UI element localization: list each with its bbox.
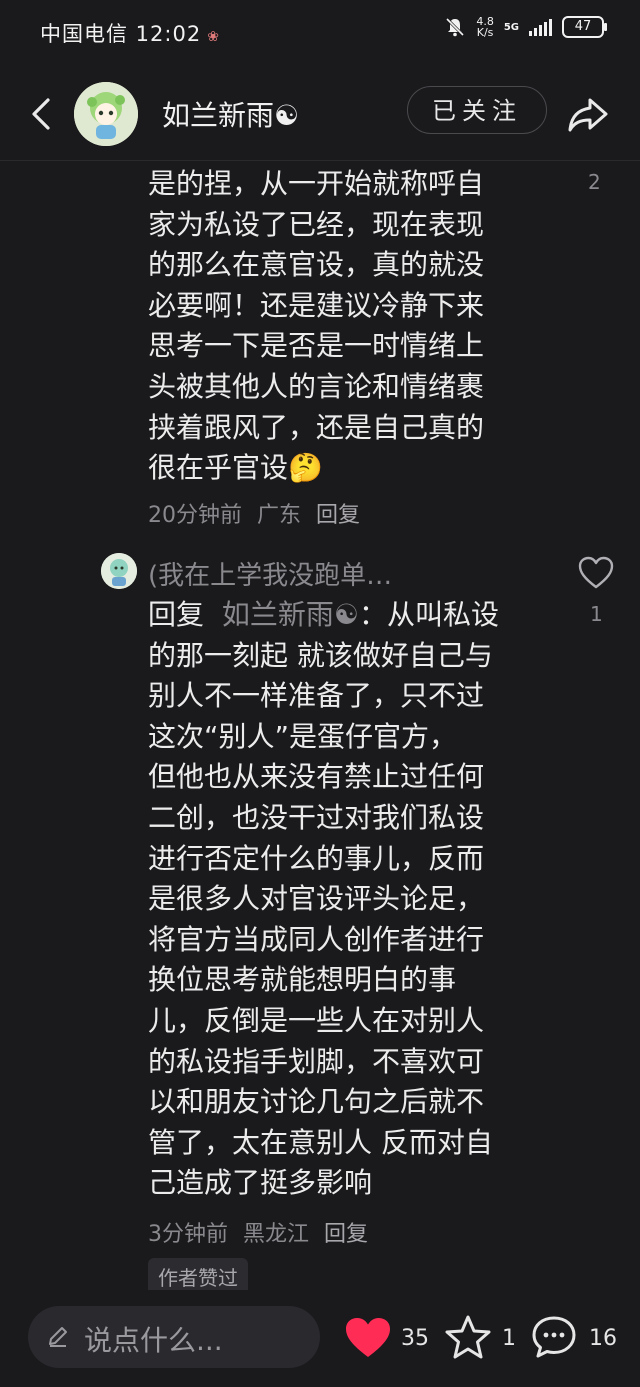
comment-like-count: 1 bbox=[590, 602, 603, 626]
share-icon[interactable] bbox=[566, 92, 610, 136]
comment-location: 广东 bbox=[257, 503, 302, 528]
comment-meta: 20分钟前 广东 回复 bbox=[148, 497, 368, 529]
back-arrow-icon[interactable] bbox=[24, 94, 60, 134]
reply-user-avatar[interactable] bbox=[101, 553, 137, 589]
star-icon[interactable] bbox=[444, 1314, 492, 1360]
author-name: 如兰新雨☯ bbox=[162, 99, 300, 132]
comment-input-placeholder: 说点什么... bbox=[84, 1324, 223, 1357]
reply-line: 这次“别人”是蛋仔官方， bbox=[148, 719, 458, 753]
reply-prefix: 回复 bbox=[148, 598, 205, 631]
comment-count: 16 bbox=[589, 1326, 617, 1351]
carrier-time: 中国电信 12:02 ❀ bbox=[40, 18, 220, 48]
heart-outline-icon[interactable] bbox=[578, 556, 614, 590]
like-heart-icon[interactable] bbox=[344, 1316, 392, 1360]
carrier-time-text: 中国电信 12:02 bbox=[40, 22, 202, 46]
reply-meta: 3分钟前 黑龙江 回复 bbox=[148, 1216, 376, 1248]
comment-text: 是的捏，从一开始就称呼自 家为私设了已经，现在表现 的那么在意官设，真的就没 必… bbox=[148, 164, 538, 489]
mention-link[interactable]: 如兰新雨☯ bbox=[222, 598, 359, 631]
reply-line: 的那一刻起 就该做好自己与 bbox=[148, 638, 493, 672]
signal-icon bbox=[529, 18, 552, 36]
reply-line: 换位思考就能想明白的事 bbox=[148, 963, 457, 997]
reply-line: 二创，也没干过对我们私设 bbox=[148, 800, 485, 834]
comment-time: 20分钟前 bbox=[148, 503, 242, 528]
reply-time: 3分钟前 bbox=[148, 1222, 228, 1247]
network-type: 5G bbox=[503, 21, 519, 33]
comment-line: 必要啊！还是建议冷静下来 bbox=[148, 288, 485, 322]
comment-line: 头被其他人的言论和情绪裹 bbox=[148, 369, 485, 403]
battery-icon: 47 bbox=[562, 16, 607, 38]
author-avatar[interactable] bbox=[74, 82, 138, 146]
following-button[interactable]: 已关注 bbox=[407, 86, 547, 134]
reply-location: 黑龙江 bbox=[243, 1222, 310, 1247]
bottom-action-bar: 说点什么... 35 1 16 bbox=[0, 1290, 640, 1387]
comment-like-count: 2 bbox=[588, 170, 601, 194]
reply-line: 但他也从来没有禁止过任何 bbox=[148, 760, 485, 794]
reply-line: 儿，反倒是一些人在对别人 bbox=[148, 1003, 485, 1037]
flower-icon: ❀ bbox=[207, 29, 220, 45]
comment-input[interactable]: 说点什么... bbox=[28, 1306, 320, 1368]
like-count: 35 bbox=[401, 1326, 429, 1351]
favorite-count: 1 bbox=[502, 1326, 516, 1351]
battery-level: 47 bbox=[574, 19, 592, 34]
reply-line: 己造成了挺多影响 bbox=[148, 1166, 373, 1200]
reply-line: 以和朋友讨论几句之后就不 bbox=[148, 1085, 485, 1119]
chat-header: 如兰新雨☯ 已关注 bbox=[0, 72, 640, 161]
reply-first-line: 回复 如兰新雨☯：从叫私设 bbox=[148, 595, 540, 636]
status-bar: 中国电信 12:02 ❀ 4.8 K/s 5G 47 bbox=[0, 0, 640, 64]
reply-first-line-rest: ：从叫私设 bbox=[358, 598, 499, 631]
reply-text: 回复 如兰新雨☯：从叫私设 的那一刻起 就该做好自己与 别人不一样准备了，只不过… bbox=[148, 595, 540, 1204]
comment-line: 思考一下是否是一时情绪上 bbox=[148, 329, 485, 363]
reply-line: 进行否定什么的事儿，反而 bbox=[148, 841, 485, 875]
reply-line: 别人不一样准备了，只不过 bbox=[148, 679, 485, 713]
reply-line: 是很多人对官设评头论足， bbox=[148, 882, 485, 916]
comment-bubble-icon[interactable] bbox=[530, 1314, 578, 1360]
reply-button[interactable]: 回复 bbox=[316, 503, 360, 528]
comment-line: 家为私设了已经，现在表现 bbox=[148, 207, 485, 241]
reply-line: 的私设指手划脚，不喜欢可 bbox=[148, 1044, 485, 1078]
reply-button[interactable]: 回复 bbox=[324, 1222, 368, 1247]
comment-line: 挟着跟风了，还是自己真的 bbox=[148, 410, 485, 444]
comment-line: 是的捏，从一开始就称呼自 bbox=[148, 167, 485, 200]
reply-line: 将官方当成同人创作者进行 bbox=[148, 922, 485, 956]
comment-line: 很在乎官设🤔 bbox=[148, 451, 323, 485]
reply-line: 管了，太在意别人 反而对自 bbox=[148, 1125, 493, 1159]
comment-line: 的那么在意官设，真的就没 bbox=[148, 248, 485, 282]
pencil-icon bbox=[49, 1327, 67, 1347]
net-speed: 4.8 K/s bbox=[476, 16, 494, 38]
net-speed-unit: K/s bbox=[476, 26, 494, 39]
reply-username[interactable]: (我在上学我没跑单… bbox=[148, 555, 392, 592]
bell-off-icon bbox=[446, 17, 465, 37]
